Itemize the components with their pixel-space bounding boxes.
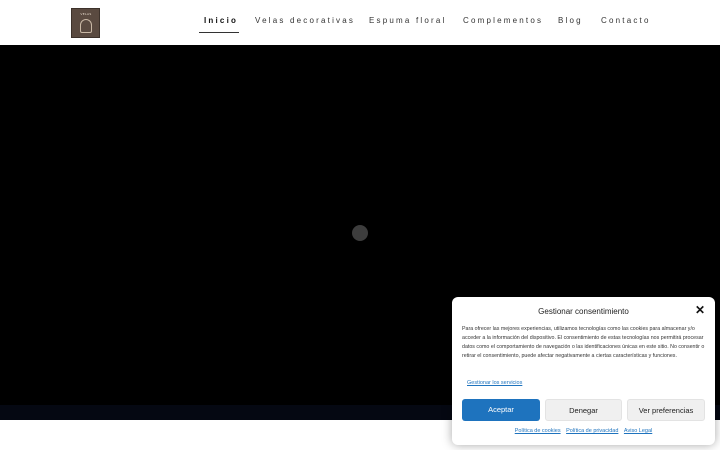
consent-title: Gestionar consentimiento (538, 307, 629, 316)
nav-item-inicio[interactable]: Inicio (204, 16, 238, 25)
nav-item-complementos[interactable]: Complementos (463, 16, 543, 25)
nav-active-underline (199, 32, 239, 33)
accept-button[interactable]: Aceptar (462, 399, 540, 421)
cookie-policy-link[interactable]: Política de cookies (515, 428, 561, 434)
cookie-consent-dialog: Gestionar consentimiento ✕ Para ofrecer … (452, 297, 715, 445)
privacy-policy-link[interactable]: Política de privacidad (566, 428, 618, 434)
deny-button[interactable]: Denegar (545, 399, 622, 421)
manage-services-link[interactable]: Gestionar los servicios (467, 380, 522, 386)
logo-mark-icon (80, 19, 92, 33)
nav-item-velas-decorativas[interactable]: Velas decorativas (255, 16, 355, 25)
legal-notice-link[interactable]: Aviso Legal (624, 428, 652, 434)
loading-spinner-icon (352, 225, 368, 241)
site-header: VELAS Inicio Velas decorativas Espuma fl… (0, 0, 720, 45)
preferences-button[interactable]: Ver preferencias (627, 399, 705, 421)
consent-message: Para ofrecer las mejores experiencias, u… (462, 326, 705, 359)
close-icon[interactable]: ✕ (694, 304, 706, 316)
logo-text: VELAS (80, 12, 92, 16)
consent-footer-links: Política de cookies Política de privacid… (452, 428, 715, 434)
site-logo[interactable]: VELAS (71, 8, 100, 38)
nav-item-espuma-floral[interactable]: Espuma floral (369, 16, 447, 25)
nav-item-blog[interactable]: Blog (558, 16, 583, 25)
nav-item-contacto[interactable]: Contacto (601, 16, 651, 25)
